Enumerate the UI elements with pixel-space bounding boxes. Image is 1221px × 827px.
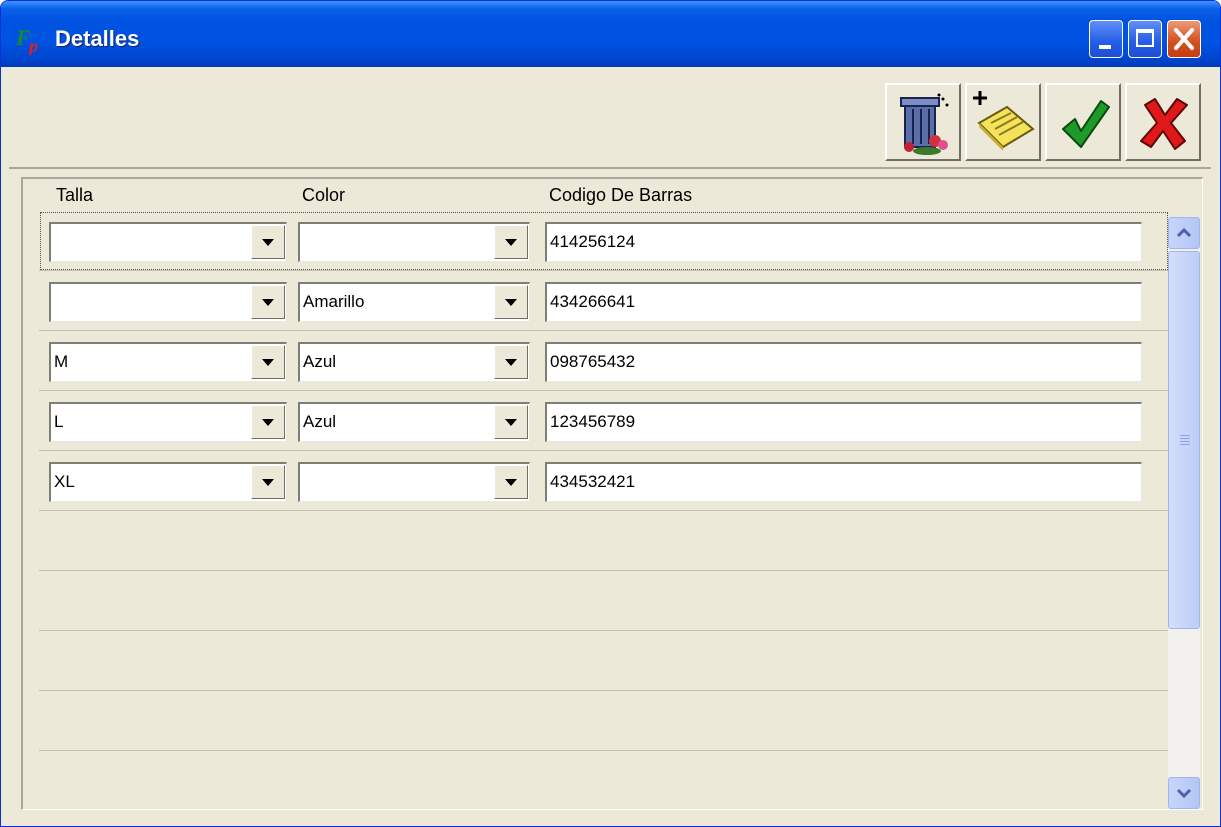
- chevron-down-icon: [505, 359, 517, 366]
- talla-dropdown[interactable]: L: [49, 402, 287, 442]
- empty-grid-row[interactable]: [39, 631, 1169, 691]
- trash-can-icon: [900, 93, 949, 155]
- chevron-down-icon: [262, 419, 274, 426]
- maximize-icon: [1136, 29, 1154, 47]
- talla-value: XL: [54, 472, 75, 491]
- color-dropdown[interactable]: Amarillo: [298, 282, 530, 322]
- empty-grid-row[interactable]: [39, 691, 1169, 751]
- cancel-button[interactable]: [1125, 83, 1201, 161]
- talla-dropdown[interactable]: M: [49, 342, 287, 382]
- empty-grid-row[interactable]: [39, 751, 1169, 811]
- dropdown-arrow-button[interactable]: [251, 405, 285, 439]
- chevron-down-icon: [262, 359, 274, 366]
- minimize-icon: [1099, 45, 1111, 49]
- column-header-codigo: Codigo De Barras: [549, 185, 693, 205]
- add-new-button[interactable]: [965, 83, 1041, 161]
- chevron-down-icon: [505, 479, 517, 486]
- scroll-down-button[interactable]: [1168, 777, 1200, 809]
- close-button[interactable]: [1167, 20, 1201, 58]
- chevron-down-icon: [1176, 788, 1192, 799]
- app-logo-icon: F p: [16, 25, 38, 55]
- column-header-talla: Talla: [56, 185, 94, 205]
- grip-line: [1180, 441, 1190, 442]
- scroll-thumb[interactable]: [1168, 251, 1200, 629]
- color-dropdown[interactable]: Azul: [298, 342, 530, 382]
- talla-dropdown[interactable]: XL: [49, 462, 287, 502]
- delete-button[interactable]: [885, 83, 961, 161]
- toolbar: [9, 67, 1211, 169]
- codigo-input[interactable]: 098765432: [545, 342, 1142, 382]
- codigo-value: 414256124: [550, 232, 636, 251]
- grip-line: [1180, 438, 1190, 439]
- codigo-input[interactable]: 123456789: [545, 402, 1142, 442]
- chevron-down-icon: [505, 299, 517, 306]
- chevron-down-icon: [262, 239, 274, 246]
- dropdown-arrow-button[interactable]: [251, 465, 285, 499]
- talla-value: L: [54, 412, 64, 431]
- window-title: Detalles: [55, 26, 140, 51]
- accept-button[interactable]: [1045, 83, 1121, 161]
- dropdown-arrow-button[interactable]: [251, 285, 285, 319]
- maximize-button[interactable]: [1128, 20, 1162, 58]
- close-icon: [1174, 28, 1194, 50]
- dropdown-arrow-button[interactable]: [494, 465, 528, 499]
- color-value: Azul: [303, 352, 337, 371]
- minimize-button[interactable]: [1089, 20, 1123, 58]
- detalles-window: F p Detalles Talla Color Codigo De Barra…: [0, 0, 1221, 827]
- empty-grid-row[interactable]: [39, 571, 1169, 631]
- grid-row[interactable]: XL 434532421: [39, 451, 1169, 511]
- codigo-value: 434532421: [550, 472, 636, 491]
- dropdown-arrow-button[interactable]: [251, 345, 285, 379]
- scroll-up-button[interactable]: [1168, 217, 1200, 249]
- column-header-color: Color: [302, 185, 346, 205]
- grid-row[interactable]: 414256124: [39, 211, 1169, 271]
- empty-grid-row[interactable]: [39, 511, 1169, 571]
- dropdown-arrow-button[interactable]: [494, 225, 528, 259]
- add-notepad-icon: [973, 91, 1035, 151]
- chevron-down-icon: [505, 419, 517, 426]
- title-bar[interactable]: F p Detalles: [1, 1, 1220, 67]
- color-value: Amarillo: [303, 292, 365, 311]
- chevron-down-icon: [262, 299, 274, 306]
- details-grid: Talla Color Codigo De Barras 414256124 A…: [21, 177, 1203, 810]
- codigo-input[interactable]: 434532421: [545, 462, 1142, 502]
- chevron-down-icon: [262, 479, 274, 486]
- codigo-input[interactable]: 414256124: [545, 222, 1142, 262]
- svg-text:p: p: [27, 36, 38, 55]
- color-dropdown[interactable]: [298, 462, 530, 502]
- grid-rows: 414256124 Amarillo 434266641 M Azul 0987…: [39, 211, 1169, 811]
- talla-dropdown[interactable]: [49, 222, 287, 262]
- codigo-input[interactable]: 434266641: [545, 282, 1142, 322]
- green-checkmark-icon: [1062, 100, 1110, 148]
- vertical-scrollbar[interactable]: [1168, 217, 1200, 809]
- codigo-value: 098765432: [550, 352, 636, 371]
- codigo-value: 434266641: [550, 292, 636, 311]
- color-value: Azul: [303, 412, 337, 431]
- grip-line: [1180, 444, 1190, 445]
- grid-row[interactable]: M Azul 098765432: [39, 331, 1169, 391]
- chevron-up-icon: [1176, 227, 1192, 238]
- grid-row[interactable]: L Azul 123456789: [39, 391, 1169, 451]
- red-x-icon: [1140, 98, 1188, 150]
- color-dropdown[interactable]: [298, 222, 530, 262]
- talla-dropdown[interactable]: [49, 282, 287, 322]
- grid-row[interactable]: Amarillo 434266641: [39, 271, 1169, 331]
- grip-line: [1180, 435, 1190, 436]
- codigo-value: 123456789: [550, 412, 636, 431]
- dropdown-arrow-button[interactable]: [494, 285, 528, 319]
- chevron-down-icon: [505, 239, 517, 246]
- talla-value: M: [54, 352, 69, 371]
- color-dropdown[interactable]: Azul: [298, 402, 530, 442]
- dropdown-arrow-button[interactable]: [251, 225, 285, 259]
- dropdown-arrow-button[interactable]: [494, 345, 528, 379]
- dropdown-arrow-button[interactable]: [494, 405, 528, 439]
